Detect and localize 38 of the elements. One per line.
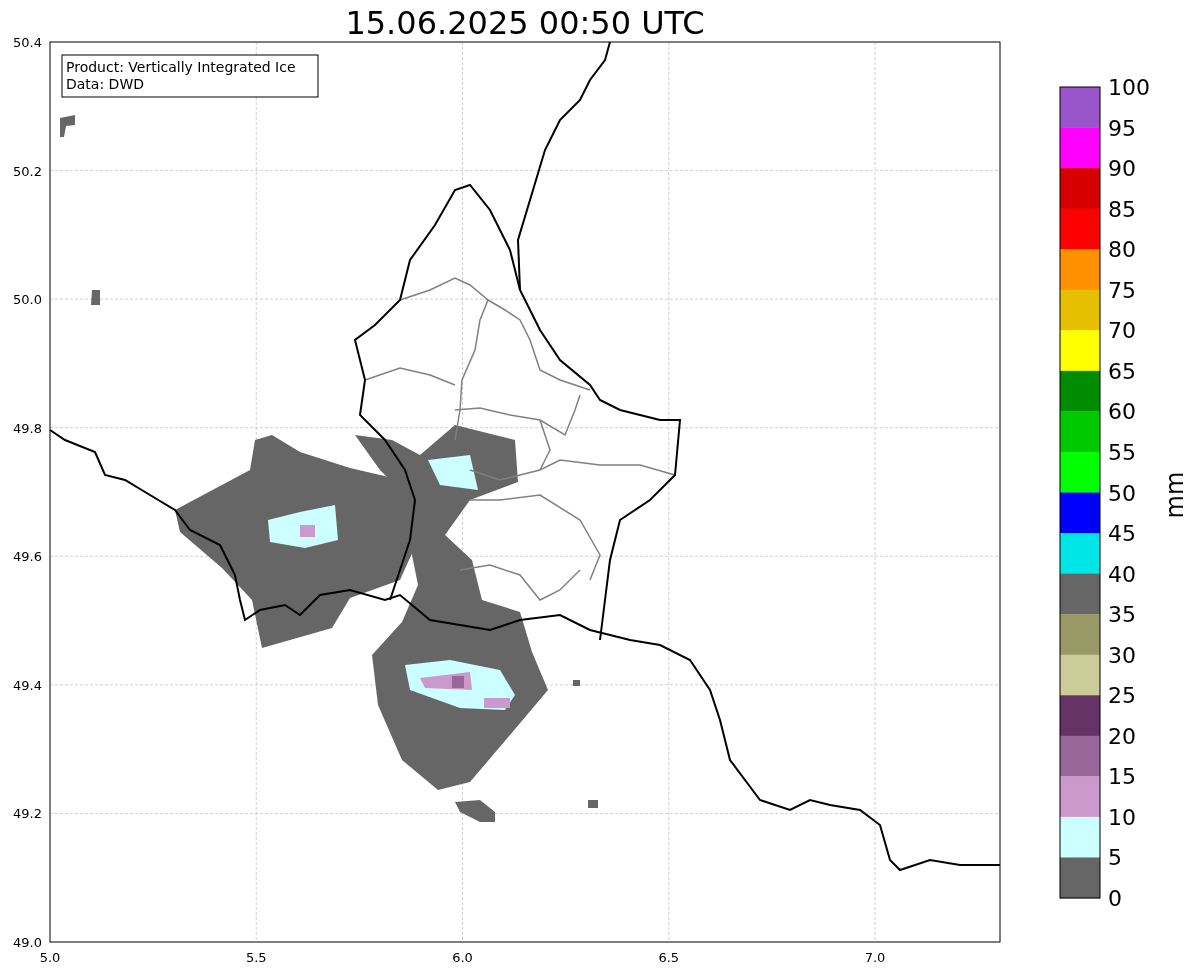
colorbar-tick-label: 65: [1108, 358, 1136, 384]
info-text: Data: DWD: [66, 76, 144, 92]
colorbar-tick-label: 20: [1108, 723, 1136, 749]
colorbar-tick-label: 95: [1108, 115, 1136, 141]
colorbar-tick-label: 25: [1108, 683, 1136, 709]
colorbar-tick-label: 40: [1108, 561, 1136, 587]
y-tick-label: 50.2: [13, 163, 42, 179]
colorbar-tick-label: 55: [1108, 439, 1136, 465]
chart-title: 15.06.2025 00:50 UTC: [345, 4, 705, 42]
x-tick-label: 6.0: [452, 950, 473, 965]
colorbar-tick-label: 60: [1108, 399, 1136, 425]
colorbar-tick-label: 100: [1108, 75, 1150, 100]
colorbar-tick-label: 10: [1108, 804, 1136, 830]
colorbar-tick-label: 70: [1108, 318, 1136, 344]
colorbar-tick-label: 90: [1108, 156, 1136, 182]
colorbar-unit-label: mm: [1161, 471, 1189, 519]
y-tick-label: 50.0: [13, 292, 42, 308]
x-tick-label: 6.5: [658, 950, 680, 965]
x-tick-label: 5.5: [245, 950, 267, 965]
colorbar-tick-label: 30: [1108, 642, 1136, 668]
y-tick-label: 49.2: [13, 806, 42, 822]
y-tick-label: 49.8: [13, 420, 42, 436]
colorbar-tick-label: 5: [1108, 845, 1122, 871]
y-tick-label: 49.0: [13, 935, 42, 950]
y-tick-label: 49.4: [13, 677, 42, 693]
info-text: Product: Vertically Integrated Ice: [66, 59, 296, 75]
colorbar-tick-label: 35: [1108, 602, 1136, 628]
colorbar-tick-label: 45: [1108, 521, 1136, 547]
colorbar-tick-label: 0: [1108, 886, 1122, 911]
x-tick-label: 7.0: [864, 950, 886, 965]
x-tick-label: 5.0: [39, 950, 61, 965]
colorbar-tick-label: 80: [1108, 237, 1136, 263]
y-tick-label: 50.4: [13, 35, 42, 50]
y-tick-label: 49.6: [13, 549, 42, 565]
colorbar-tick-label: 85: [1108, 196, 1136, 222]
colorbar-tick-label: 50: [1108, 480, 1136, 506]
colorbar-tick-label: 15: [1108, 764, 1136, 790]
colorbar-tick-label: 75: [1108, 277, 1136, 303]
